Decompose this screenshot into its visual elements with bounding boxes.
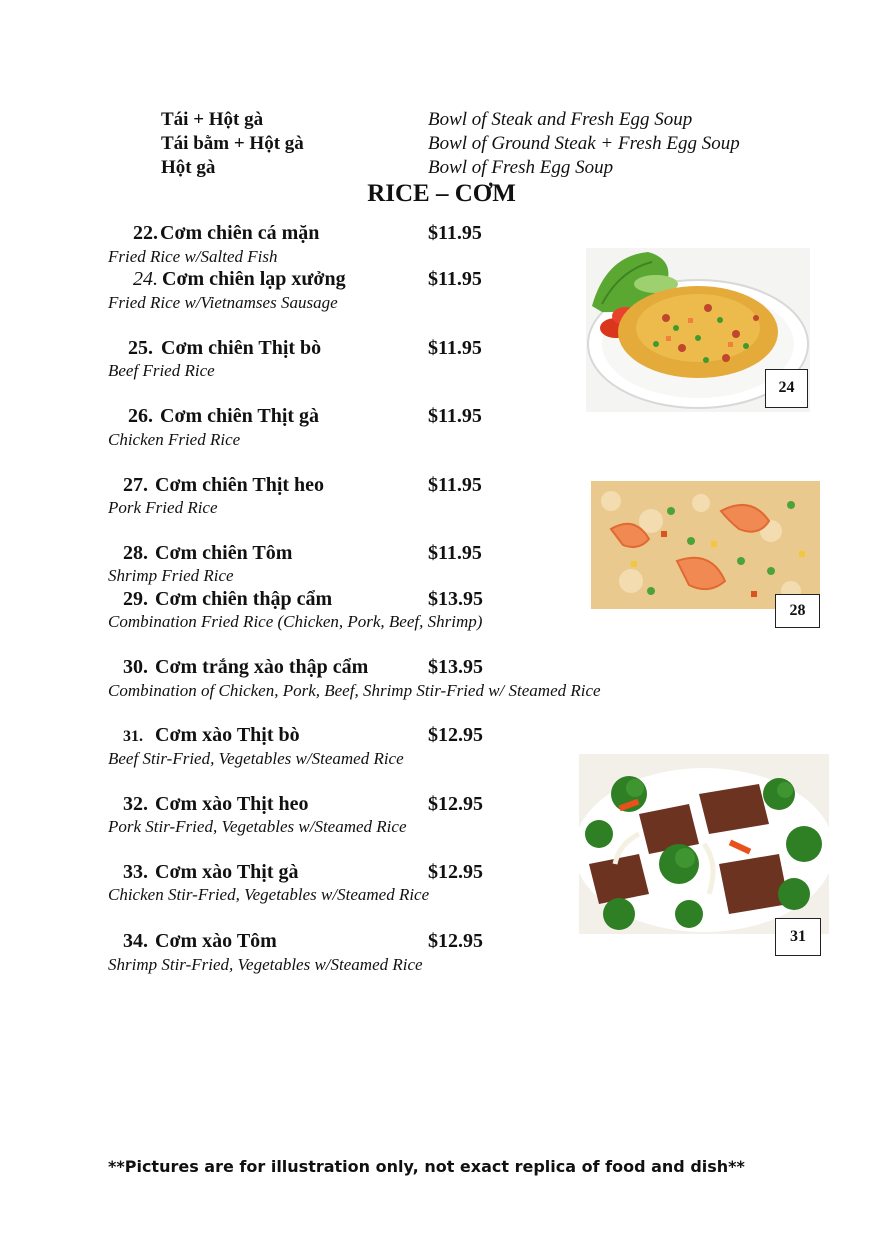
item-number: 27.: [123, 474, 148, 496]
item-number: 32.: [123, 793, 148, 815]
item-number: 29.: [123, 588, 148, 610]
item-name: Cơm xào Thịt bò: [155, 724, 300, 746]
section-title: RICE – CƠM: [367, 180, 516, 207]
item-description: Combination of Chicken, Pork, Beef, Shri…: [108, 681, 601, 700]
item-name: Cơm chiên Tôm: [155, 542, 293, 564]
item-name: Cơm chiên Thịt heo: [155, 474, 325, 496]
soup-desc-2: Bowl of Ground Steak + Fresh Egg Soup: [428, 133, 740, 154]
item-name: Cơm chiên Thịt gà: [160, 405, 320, 427]
item-description: Fried Rice w/Salted Fish: [108, 247, 278, 266]
soup-name-2: Tái bằm + Hột gà: [161, 133, 304, 154]
item-description: Pork Stir-Fried, Vegetables w/Steamed Ri…: [108, 817, 407, 836]
photo-label-28: 28: [775, 594, 820, 628]
item-description: Combination Fried Rice (Chicken, Pork, B…: [108, 612, 483, 631]
item-name: Cơm xào Tôm: [155, 930, 277, 952]
item-name: Cơm chiên thập cẩm: [155, 588, 333, 610]
item-number: 22.: [133, 222, 158, 244]
soup-desc-3: Bowl of Fresh Egg Soup: [428, 157, 614, 178]
item-description: Fried Rice w/Vietnamses Sausage: [108, 293, 338, 312]
item-number: 33.: [123, 861, 148, 883]
item-price: $13.95: [428, 656, 483, 678]
photo-label-31: 31: [775, 918, 821, 956]
item-price: $11.95: [428, 222, 482, 244]
item-number: 28.: [123, 542, 148, 564]
item-name: Cơm xào Thịt heo: [155, 793, 309, 815]
item-price: $11.95: [428, 474, 482, 496]
soup-name-3: Hột gà: [161, 157, 216, 178]
item-price: $11.95: [428, 268, 482, 290]
item-name: Cơm chiên Thịt bò: [161, 337, 322, 359]
soup-name-1: Tái + Hột gà: [161, 109, 264, 130]
item-price: $11.95: [428, 542, 482, 564]
item-name: Cơm chiên lạp xưởng: [162, 268, 346, 290]
item-number: 30.: [123, 656, 148, 678]
item-price: $12.95: [428, 793, 483, 815]
item-price: $12.95: [428, 861, 483, 883]
item-price: $11.95: [428, 337, 482, 359]
item-name: Cơm trắng xào thập cẩm: [155, 656, 369, 678]
item-description: Beef Fried Rice: [108, 361, 215, 380]
item-price: $12.95: [428, 724, 483, 746]
footer-disclaimer: **Pictures are for illustration only, no…: [108, 1157, 745, 1176]
beef-broccoli-photo: [579, 754, 829, 934]
item-description: Beef Stir-Fried, Vegetables w/Steamed Ri…: [108, 749, 404, 768]
item-price: $11.95: [428, 405, 482, 427]
item-price: $13.95: [428, 588, 483, 610]
item-name: Cơm xào Thịt gà: [155, 861, 299, 883]
item-number: 25.: [128, 337, 153, 359]
item-description: Pork Fried Rice: [108, 498, 218, 517]
item-number: 34.: [123, 930, 148, 952]
item-number: 26.: [128, 405, 153, 427]
item-number: 31.: [123, 728, 143, 745]
item-description: Chicken Fried Rice: [108, 430, 241, 449]
item-number: 24.: [133, 268, 158, 290]
item-description: Chicken Stir-Fried, Vegetables w/Steamed…: [108, 885, 430, 904]
item-name: Cơm chiên cá mặn: [160, 222, 320, 244]
soup-desc-1: Bowl of Steak and Fresh Egg Soup: [428, 109, 693, 130]
item-price: $12.95: [428, 930, 483, 952]
item-description: Shrimp Fried Rice: [108, 566, 234, 585]
photo-label-24: 24: [765, 369, 808, 408]
item-description: Shrimp Stir-Fried, Vegetables w/Steamed …: [108, 955, 423, 974]
